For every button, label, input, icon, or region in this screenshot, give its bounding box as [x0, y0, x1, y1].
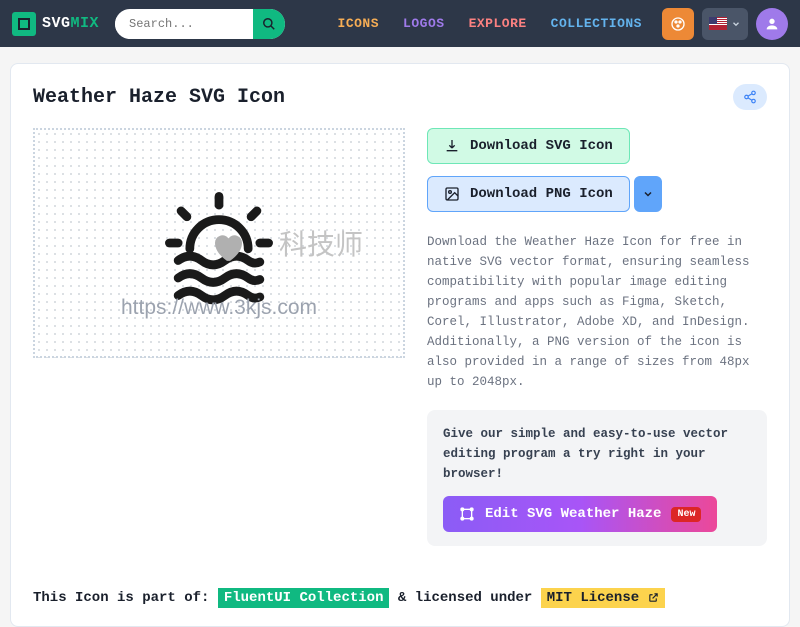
- editor-prompt-text: Give our simple and easy-to-use vector e…: [443, 424, 751, 484]
- logo[interactable]: SVGMIX: [12, 12, 99, 36]
- nav-explore[interactable]: EXPLORE: [469, 16, 527, 31]
- page-title: Weather Haze SVG Icon: [33, 86, 285, 109]
- watermark-url: https://www.3kjs.com: [121, 296, 317, 320]
- nav-right: [662, 8, 788, 40]
- palette-icon: [670, 16, 686, 32]
- flag-us-icon: [709, 17, 727, 30]
- icon-preview: 科技师 https://www.3kjs.com: [33, 128, 405, 358]
- nav-logos[interactable]: LOGOS: [403, 16, 445, 31]
- search-icon: [262, 17, 276, 31]
- png-dropdown-button[interactable]: [634, 176, 662, 212]
- download-svg-button[interactable]: Download SVG Icon: [427, 128, 630, 164]
- watermark-cn: 科技师: [279, 223, 363, 263]
- footer-mid: & licensed under: [398, 590, 532, 606]
- editor-card: Give our simple and easy-to-use vector e…: [427, 410, 767, 546]
- logo-icon: [12, 12, 36, 36]
- nav-icons[interactable]: ICONS: [338, 16, 380, 31]
- share-button[interactable]: [733, 84, 767, 110]
- description-text: Download the Weather Haze Icon for free …: [427, 232, 767, 392]
- footer-row: This Icon is part of: FluentUI Collectio…: [33, 576, 767, 606]
- content-row: 科技师 https://www.3kjs.com Download SVG Ic…: [33, 128, 767, 546]
- png-button-group: Download PNG Icon: [427, 176, 767, 212]
- search-button[interactable]: [253, 9, 285, 39]
- main-container: Weather Haze SVG Icon 科技师 https://www.3k…: [10, 63, 790, 627]
- share-icon: [743, 90, 757, 104]
- new-badge: New: [671, 507, 701, 522]
- right-column: Download SVG Icon Download PNG Icon Down…: [427, 128, 767, 546]
- license-link[interactable]: MIT License: [541, 588, 665, 608]
- edit-icon: [459, 506, 475, 522]
- edit-svg-button[interactable]: Edit SVG Weather Haze New: [443, 496, 717, 532]
- chevron-down-icon: [642, 188, 654, 200]
- nav-links: ICONS LOGOS EXPLORE COLLECTIONS: [338, 16, 642, 31]
- footer-prefix: This Icon is part of:: [33, 590, 209, 606]
- download-png-button[interactable]: Download PNG Icon: [427, 176, 630, 212]
- search-input[interactable]: [115, 17, 253, 31]
- navbar: SVGMIX ICONS LOGOS EXPLORE COLLECTIONS: [0, 0, 800, 47]
- image-icon: [444, 186, 460, 202]
- user-icon: [764, 16, 780, 32]
- heart-icon: [209, 229, 245, 265]
- external-link-icon: [648, 592, 659, 603]
- collection-link[interactable]: FluentUI Collection: [218, 588, 390, 608]
- language-button[interactable]: [702, 8, 748, 40]
- palette-button[interactable]: [662, 8, 694, 40]
- search-box: [115, 9, 285, 39]
- user-button[interactable]: [756, 8, 788, 40]
- header-row: Weather Haze SVG Icon: [33, 84, 767, 110]
- nav-collections[interactable]: COLLECTIONS: [551, 16, 642, 31]
- download-icon: [444, 138, 460, 154]
- chevron-down-icon: [731, 19, 741, 29]
